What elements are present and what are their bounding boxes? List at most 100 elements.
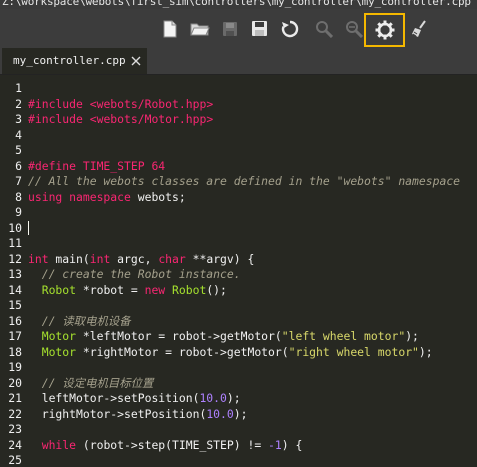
code-token: <webots/Robot.hpp> bbox=[89, 96, 214, 111]
code-line[interactable]: 22 rightMotor->setPosition(10.0); bbox=[0, 407, 477, 422]
code-line[interactable]: 7 // All the webots classes are defined i… bbox=[0, 174, 477, 189]
search-icon bbox=[316, 21, 333, 38]
line-number: 13 bbox=[8, 267, 22, 281]
save-all-button[interactable] bbox=[248, 17, 272, 41]
tab-bar: my_controller.cpp bbox=[0, 48, 477, 75]
code-line[interactable]: 3 #include <webots/Motor.hpp> bbox=[0, 112, 477, 127]
code-token: ); bbox=[233, 406, 248, 421]
code-token: Motor bbox=[41, 329, 77, 343]
code-token: 64 bbox=[151, 158, 166, 173]
code-text: using namespace webots; bbox=[28, 190, 186, 205]
code-line[interactable]: 23 bbox=[0, 422, 477, 437]
code-line[interactable]: 12 int main(int argc, char **argv) { bbox=[0, 252, 477, 267]
line-number: 20 bbox=[8, 375, 22, 390]
file-path-text: Z:\workspace\webots\first_sim\controller… bbox=[2, 0, 471, 8]
code-line[interactable]: 19 bbox=[0, 360, 477, 375]
code-text: // create the Robot instance. bbox=[28, 267, 241, 282]
code-token: argc, bbox=[110, 251, 159, 266]
code-token: // All the webots classes are defined in… bbox=[28, 174, 461, 188]
code-line[interactable]: 8 using namespace webots; bbox=[0, 190, 477, 205]
code-token: // 读取电机设备 bbox=[28, 313, 131, 328]
line-number: 21 bbox=[8, 391, 22, 405]
code-line[interactable]: 10 bbox=[0, 221, 477, 236]
code-line[interactable]: 5 bbox=[0, 143, 477, 158]
code-token: // create the Robot instance. bbox=[28, 267, 241, 281]
line-number: 6 bbox=[15, 158, 22, 173]
code-line[interactable]: 17 Motor *leftMotor = robot->getMotor("l… bbox=[0, 329, 477, 344]
code-token: ) { bbox=[281, 437, 303, 452]
code-token: "right wheel motor" bbox=[288, 344, 419, 359]
code-token: 10.0 bbox=[199, 391, 227, 405]
revert-button[interactable] bbox=[278, 17, 302, 41]
code-line[interactable]: 2 #include <webots/Robot.hpp> bbox=[0, 97, 477, 112]
code-text: #include <webots/Motor.hpp> bbox=[28, 112, 213, 127]
line-number: 25 bbox=[8, 453, 22, 467]
open-file-button[interactable] bbox=[188, 17, 212, 41]
code-token: 10.0 bbox=[206, 406, 234, 421]
code-token: #define TIME_STEP bbox=[28, 158, 152, 173]
build-button[interactable] bbox=[364, 13, 405, 47]
save-icon bbox=[223, 22, 237, 36]
code-text: Motor *rightMotor = robot->getMotor("rig… bbox=[28, 345, 433, 360]
tab-my-controller[interactable]: my_controller.cpp bbox=[2, 48, 147, 74]
code-line[interactable]: 24 while (robot->step(TIME_STEP) != -1) … bbox=[0, 438, 477, 453]
line-number: 1 bbox=[15, 81, 22, 95]
code-line[interactable]: 4 bbox=[0, 128, 477, 143]
code-text: Motor *leftMotor = robot->getMotor("left… bbox=[28, 329, 419, 344]
line-number: 10 bbox=[8, 220, 22, 235]
code-line[interactable]: 21 leftMotor->setPosition(10.0); bbox=[0, 391, 477, 406]
new-file-icon bbox=[163, 20, 177, 38]
replace-button[interactable] bbox=[342, 17, 366, 41]
code-token: char bbox=[158, 251, 186, 266]
code-token: main( bbox=[48, 251, 90, 266]
code-token: rightMotor->setPosition( bbox=[28, 406, 207, 421]
clean-button[interactable] bbox=[408, 17, 432, 41]
code-line[interactable]: 25 bbox=[0, 453, 477, 467]
code-token: ); bbox=[418, 344, 433, 359]
code-text: int main(int argc, char **argv) { bbox=[28, 252, 254, 267]
replace-icon bbox=[346, 21, 363, 38]
code-token: // 设定电机目标位置 bbox=[28, 375, 154, 390]
code-line[interactable]: 13 // create the Robot instance. bbox=[0, 267, 477, 282]
code-token: leftMotor->setPosition( bbox=[28, 391, 200, 405]
line-number: 11 bbox=[8, 236, 22, 250]
find-button[interactable] bbox=[312, 17, 336, 41]
line-number: 17 bbox=[8, 329, 22, 343]
new-file-button[interactable] bbox=[158, 17, 182, 41]
line-number: 23 bbox=[8, 422, 22, 436]
code-token: *robot = bbox=[76, 282, 145, 297]
line-number: 19 bbox=[8, 360, 22, 374]
line-number: 9 bbox=[15, 205, 22, 219]
code-text: #define TIME_STEP 64 bbox=[28, 159, 165, 174]
code-line[interactable]: 15 bbox=[0, 298, 477, 313]
code-token: webots; bbox=[130, 189, 186, 204]
code-token: while bbox=[41, 437, 77, 452]
line-number: 7 bbox=[15, 174, 22, 188]
code-text: #include <webots/Robot.hpp> bbox=[28, 97, 213, 112]
code-line[interactable]: 20 // 设定电机目标位置 bbox=[0, 376, 477, 391]
code-text: // 设定电机目标位置 bbox=[28, 375, 154, 391]
line-number: 18 bbox=[8, 344, 22, 359]
broom-icon bbox=[412, 20, 426, 37]
save-all-icon bbox=[252, 21, 267, 36]
code-token: **argv) { bbox=[185, 251, 255, 266]
code-line[interactable]: 14 Robot *robot = new Robot(); bbox=[0, 283, 477, 298]
tab-label: my_controller.cpp bbox=[13, 54, 126, 67]
code-line[interactable]: 1 bbox=[0, 81, 477, 96]
code-line[interactable]: 11 bbox=[0, 236, 477, 251]
code-editor[interactable]: 1 2 #include <webots/Robot.hpp> 3 #include <… bbox=[0, 75, 477, 467]
code-token: *rightMotor = robot->getMotor( bbox=[76, 344, 289, 359]
save-button[interactable] bbox=[218, 17, 242, 41]
code-line[interactable]: 6 #define TIME_STEP 64 bbox=[0, 159, 477, 174]
code-text: Robot *robot = new Robot(); bbox=[28, 283, 227, 298]
code-line[interactable]: 18 Motor *rightMotor = robot->getMotor("… bbox=[0, 345, 477, 360]
code-token: Robot bbox=[41, 282, 77, 297]
close-icon[interactable] bbox=[130, 55, 142, 67]
code-line[interactable]: 9 bbox=[0, 205, 477, 220]
line-number: 16 bbox=[8, 313, 22, 328]
code-line[interactable]: 16 // 读取电机设备 bbox=[0, 314, 477, 329]
